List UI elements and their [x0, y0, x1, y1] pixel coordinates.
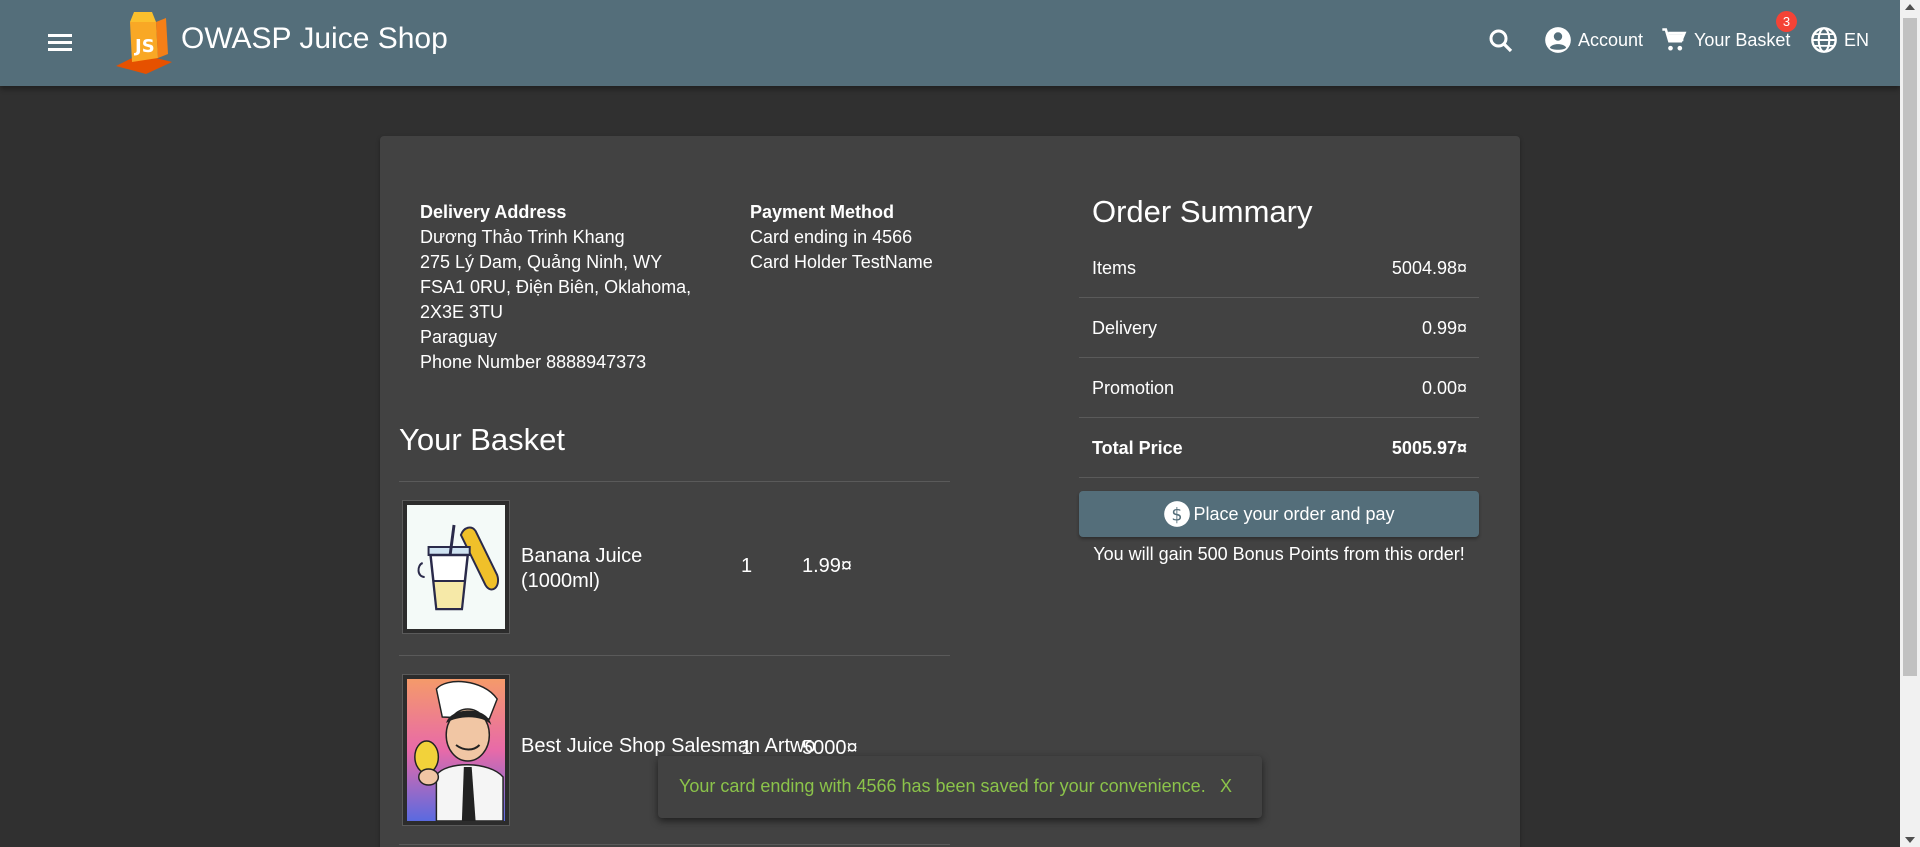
menu-icon[interactable] [44, 27, 76, 59]
scroll-up-arrow-icon[interactable] [1905, 4, 1915, 10]
globe-icon [1811, 27, 1837, 53]
divider [399, 844, 950, 845]
quantity: 1 [741, 555, 753, 577]
summary-delivery-row: Delivery 0.99¤ [1079, 298, 1479, 358]
your-basket-button[interactable]: Your Basket [1660, 24, 1790, 56]
dollar-icon: $ [1164, 501, 1191, 527]
summary-promotion-row: Promotion 0.00¤ [1079, 358, 1479, 418]
language-label: EN [1844, 29, 1870, 50]
place-order-label: Place your order and pay [1193, 503, 1395, 524]
account-label: Account [1578, 29, 1644, 50]
summary-label: Total Price [1092, 438, 1183, 458]
basket-row: Banana Juice (1000ml) 1 1.99¤ [399, 481, 950, 655]
salesman-artwork-image [402, 674, 510, 826]
delivery-line1: 275 Lý Dam, Quảng Ninh, WY [420, 252, 663, 272]
summary-value: 0.00¤ [1421, 378, 1467, 398]
language-button[interactable]: EN [1810, 24, 1869, 56]
delivery-country: Paraguay [420, 327, 498, 347]
shopping-cart-icon [1662, 28, 1687, 51]
payment-card: Card ending in 4566 [750, 227, 913, 247]
summary-label: Promotion [1092, 378, 1175, 398]
payment-method: Payment Method Card ending in 4566 Card … [750, 200, 1010, 275]
account-button[interactable]: Account [1544, 24, 1643, 56]
summary-total-row: Total Price 5005.97¤ [1079, 418, 1479, 478]
basket-title: Your Basket [399, 422, 566, 457]
order-summary-title: Order Summary [1092, 194, 1313, 229]
summary-label: Items [1092, 258, 1137, 278]
delivery-phone: Phone Number 8888947373 [420, 352, 647, 372]
banana-juice-image [402, 500, 510, 634]
summary-value: 5004.98¤ [1391, 258, 1467, 278]
svg-text:JS: JS [133, 36, 155, 57]
payment-holder: Card Holder TestName [750, 252, 933, 272]
page-scrollbar[interactable] [1900, 0, 1920, 847]
summary-label: Delivery [1092, 318, 1158, 338]
juice-shop-logo[interactable]: JS [110, 8, 174, 74]
bonus-points-text: You will gain 500 Bonus Points from this… [1093, 544, 1465, 564]
delivery-line2: FSA1 0RU, Điện Biên, Oklahoma, [420, 277, 692, 297]
summary-value: 0.99¤ [1421, 318, 1467, 338]
basket-count-badge: 3 [1776, 11, 1797, 32]
snackbar-message: Your card ending with 4566 has been save… [679, 776, 1206, 796]
scrollbar-thumb[interactable] [1903, 18, 1917, 676]
summary-value: 5005.97¤ [1391, 438, 1467, 458]
search-icon[interactable] [1486, 26, 1516, 56]
account-circle-icon [1545, 27, 1571, 53]
delivery-line3: 2X3E 3TU [420, 302, 504, 322]
app-title[interactable]: OWASP Juice Shop [181, 22, 448, 56]
svg-text:$: $ [1172, 505, 1183, 525]
basket-label: Your Basket [1694, 29, 1791, 50]
delivery-heading: Delivery Address [420, 202, 567, 222]
price: 1.99¤ [802, 555, 853, 577]
product-name: Banana Juice (1000ml) [521, 545, 643, 592]
payment-heading: Payment Method [750, 202, 895, 222]
top-toolbar: JS OWASP Juice Shop Account Your Basket … [0, 0, 1900, 86]
summary-items-row: Items 5004.98¤ [1079, 238, 1479, 298]
place-order-button[interactable]: $ Place your order and pay [1079, 491, 1479, 537]
saved-card-snackbar: Your card ending with 4566 has been save… [658, 756, 1262, 818]
scroll-down-arrow-icon[interactable] [1905, 837, 1915, 843]
snackbar-close-button[interactable]: X [1220, 776, 1232, 797]
delivery-address: Delivery Address Dương Thảo Trinh Khang … [420, 200, 720, 375]
delivery-name: Dương Thảo Trinh Khang [420, 227, 625, 247]
order-review-card: Delivery Address Dương Thảo Trinh Khang … [380, 136, 1520, 847]
